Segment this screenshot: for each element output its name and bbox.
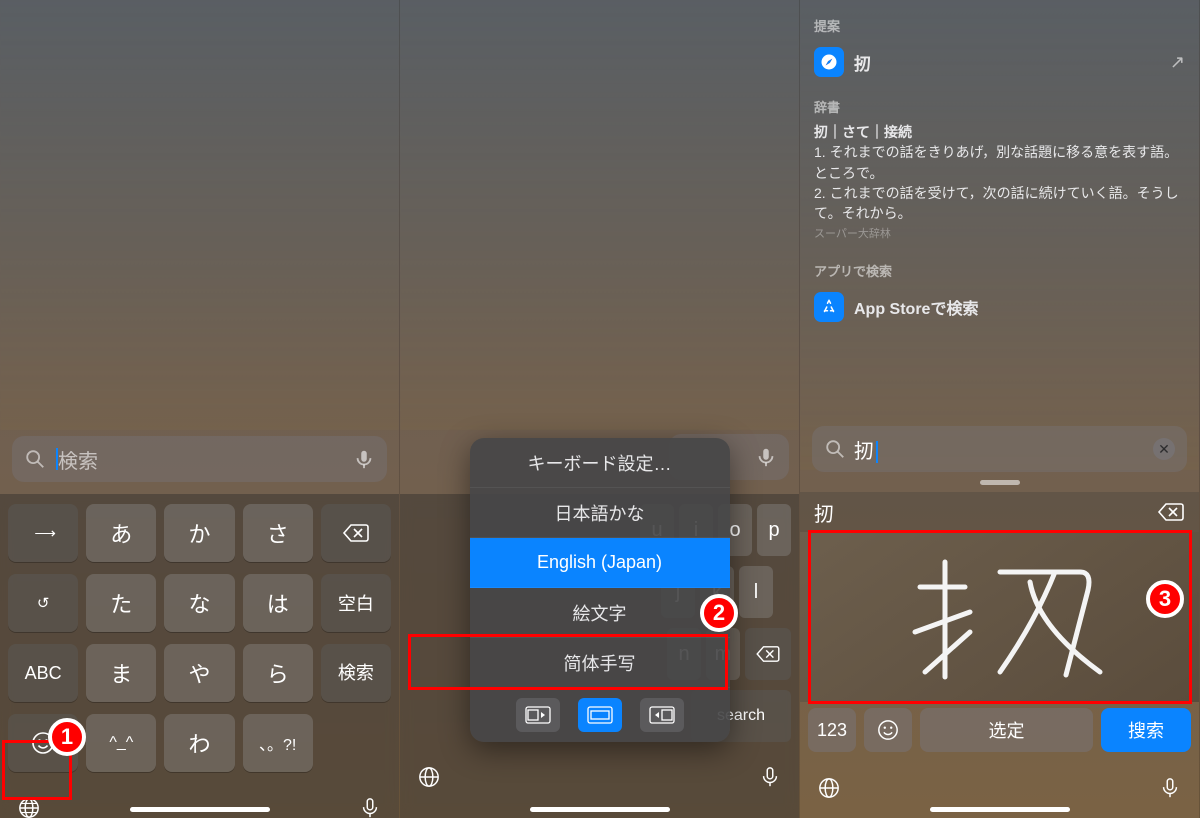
key-l[interactable]: l [739,566,773,618]
dictation-icon[interactable] [353,448,375,470]
background-blur [0,0,399,430]
spotlight-results: 提案 扨 ↗ 辞書 扨｜さて｜接続 1. それまでの話をきりあげ，別な話題に移る… [814,10,1185,328]
keyboard-bottom-bar [400,747,799,807]
dictionary-header: 辞書 [814,97,1185,116]
layout-float-right-icon[interactable] [640,698,684,732]
search-icon [24,448,46,470]
callout-badge-1: 1 [48,718,86,756]
hw-key-emoji[interactable] [864,708,912,752]
hw-candidate-char[interactable]: 扨 [814,498,834,527]
key-kana-ma[interactable]: ま [86,644,156,702]
key-punct[interactable]: 、。?! [243,714,313,772]
mic-icon[interactable] [359,797,381,818]
key-search-label: 検索 [338,664,374,683]
key-kana-a[interactable]: あ [86,504,156,562]
keyboard-switcher-popover: キーボード設定… 日本語かな English (Japan) 絵文字 简体手写 [470,438,730,742]
popover-layout-icons [470,688,730,742]
key-undo[interactable]: ↺ [8,574,78,632]
safari-icon [814,47,844,77]
globe-icon[interactable] [818,777,840,799]
key-kana-sa[interactable]: さ [243,504,313,562]
dictionary-entry[interactable]: 扨｜さて｜接続 1. それまでの話をきりあげ，別な話題に移る意を表す語。ところで… [814,122,1185,243]
dict-source: スーパー大辞林 [814,227,1185,243]
callout-badge-3: 3 [1146,580,1184,618]
popover-item-settings[interactable]: キーボード設定… [470,438,730,488]
search-placeholder: 検索 [58,445,353,474]
hw-key-search[interactable]: 搜索 [1101,708,1191,752]
open-arrow-icon[interactable]: ↗ [1170,52,1185,73]
hw-backspace-icon[interactable] [1157,502,1185,522]
popover-item-emoji[interactable]: 絵文字 [470,588,730,638]
key-kana-na[interactable]: な [164,574,234,632]
popover-item-english[interactable]: English (Japan) [470,538,730,588]
spotlight-search-bar[interactable]: 検索 [12,436,387,482]
siri-suggestion-row[interactable]: 扨 ↗ [814,41,1185,83]
key-space[interactable]: 空白 [321,574,391,632]
home-indicator[interactable] [530,807,670,812]
globe-icon[interactable] [418,766,440,788]
key-backspace[interactable] [745,628,791,680]
dict-def-1: 1. それまでの話をきりあげ，別な話題に移る意を表す語。ところで。 [814,142,1185,183]
search-icon [824,438,846,460]
key-kana-ra[interactable]: ら [243,644,313,702]
key-kana-wa[interactable]: わ [164,714,234,772]
dictation-icon[interactable] [755,446,777,468]
hw-key-123[interactable]: 123 [808,708,856,752]
key-abc[interactable]: ABC [8,644,78,702]
dict-headword: 扨｜さて｜接続 [814,122,1185,142]
key-kana-ya[interactable]: や [164,644,234,702]
apps-header: アプリで検索 [814,261,1185,280]
background-blur [400,0,799,430]
siri-suggestion-text: 扨 [854,50,1160,75]
key-kana-ka[interactable]: か [164,504,234,562]
key-p[interactable]: p [757,504,791,556]
text-caret [876,441,878,463]
hw-key-select[interactable]: 选定 [920,708,1093,752]
panel-step-1: 検索 ⟶ あ か さ ↺ た な は 空白 ABC ま や ら [0,0,400,818]
key-arrow-right[interactable]: ⟶ [8,504,78,562]
panel-step-3: 提案 扨 ↗ 辞書 扨｜さて｜接続 1. それまでの話をきりあげ，別な話題に移る… [800,0,1200,818]
appstore-icon [814,292,844,322]
layout-full-icon[interactable] [578,698,622,732]
appstore-search-row[interactable]: App Storeで検索 [814,286,1185,328]
appstore-search-label: App Storeで検索 [854,295,1185,319]
home-indicator[interactable] [130,807,270,812]
key-kaomoji[interactable]: ^_^ [86,714,156,772]
panel-step-2: u i o p j k l n m search [400,0,800,818]
popover-item-kana[interactable]: 日本語かな [470,488,730,538]
key-kana-ha[interactable]: は [243,574,313,632]
suggestions-header: 提案 [814,16,1185,35]
keyboard-grabber[interactable] [980,480,1020,485]
dict-def-2: 2. これまでの話を受けて，次の話に続けていく語。そうして。それから。 [814,183,1185,224]
search-value: 扨 [854,441,874,463]
mic-icon[interactable] [759,766,781,788]
callout-handwriting-pad [808,530,1192,704]
clear-icon[interactable]: ✕ [1153,438,1175,460]
handwriting-bottom-row: 123 选定 搜索 [800,702,1199,758]
callout-badge-2: 2 [700,594,738,632]
handwriting-candidate-bar: 扨 [800,492,1199,532]
callout-handwriting-row [408,634,728,690]
layout-float-left-icon[interactable] [516,698,560,732]
key-search[interactable]: 検索 [321,644,391,702]
key-kana-ta[interactable]: た [86,574,156,632]
key-backspace[interactable] [321,504,391,562]
mic-icon[interactable] [1159,777,1181,799]
spotlight-search-bar-filled[interactable]: 扨 ✕ [812,426,1187,472]
home-indicator[interactable] [930,807,1070,812]
globe-icon[interactable] [18,797,40,818]
